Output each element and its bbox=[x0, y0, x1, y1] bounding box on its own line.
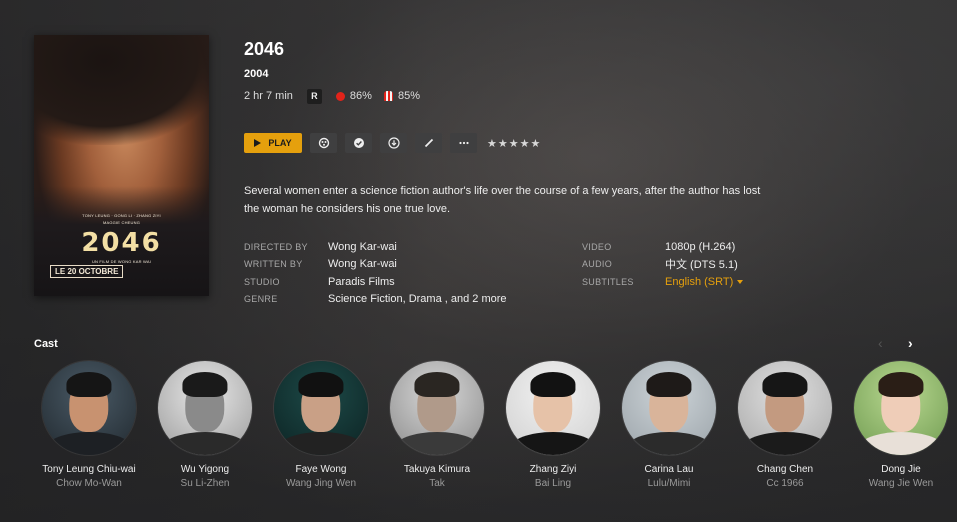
audio-value[interactable]: 中文 (DTS 5.1) bbox=[665, 256, 738, 272]
director-link[interactable]: Wong Kar-wai bbox=[328, 241, 397, 253]
poster-release: LE 20 OCTOBRE bbox=[50, 265, 124, 278]
directed-label: DIRECTED BY bbox=[244, 241, 308, 252]
cast-name: Faye Wong bbox=[295, 464, 347, 475]
cast-member[interactable]: Carina Lau Lulu/Mimi bbox=[611, 361, 727, 489]
avatar bbox=[390, 361, 484, 455]
user-rating-stars[interactable]: ★★★★★ bbox=[487, 137, 541, 150]
play-icon bbox=[254, 139, 262, 147]
audience-score: 85% bbox=[397, 90, 420, 102]
cast-role: Wang Jing Wen bbox=[285, 478, 357, 489]
trailer-button[interactable] bbox=[310, 133, 337, 153]
play-label: PLAY bbox=[268, 138, 292, 148]
avatar bbox=[738, 361, 832, 455]
download-button[interactable] bbox=[380, 133, 407, 153]
cast-member[interactable]: Faye Wong Wang Jing Wen bbox=[263, 361, 379, 489]
trailer-icon bbox=[318, 137, 329, 149]
movie-summary: Several women enter a science fiction au… bbox=[244, 185, 761, 215]
play-button[interactable]: PLAY bbox=[244, 133, 302, 153]
avatar bbox=[274, 361, 368, 455]
cast-prev-button[interactable]: ‹ bbox=[878, 336, 890, 350]
genre-value[interactable]: Science Fiction, Drama , and 2 more bbox=[328, 293, 507, 305]
avatar bbox=[622, 361, 716, 455]
cast-list: Tony Leung Chiu-wai Chow Mo-Wan Wu Yigon… bbox=[31, 361, 957, 489]
poster-title: 2046 bbox=[81, 228, 162, 258]
cast-member[interactable]: Dong Jie Wang Jie Wen bbox=[843, 361, 957, 489]
writer-link[interactable]: Wong Kar-wai bbox=[328, 258, 397, 270]
studio-label: STUDIO bbox=[244, 276, 280, 287]
more-button[interactable] bbox=[450, 133, 477, 153]
cast-member[interactable]: Zhang Ziyi Bai Ling bbox=[495, 361, 611, 489]
movie-year: 2004 bbox=[244, 68, 269, 80]
movie-poster[interactable]: TONY LEUNG · GONG LI · ZHANG ZIYI MAGGIE… bbox=[34, 35, 209, 296]
cast-name: Zhang Ziyi bbox=[529, 464, 577, 475]
movie-meta: 2 hr 7 min R 86% 85% bbox=[244, 88, 420, 104]
cast-name: Tony Leung Chiu-wai bbox=[42, 464, 136, 475]
cast-role: Bai Ling bbox=[534, 478, 572, 489]
avatar bbox=[506, 361, 600, 455]
cast-name: Dong Jie bbox=[881, 464, 921, 475]
cast-member[interactable]: Takuya Kimura Tak bbox=[379, 361, 495, 489]
more-icon bbox=[458, 141, 469, 145]
credits-details: DIRECTED BY Wong Kar-wai WRITTEN BY Wong… bbox=[244, 238, 507, 308]
cast-role: Tak bbox=[429, 478, 445, 489]
cast-name: Wu Yigong bbox=[180, 464, 230, 475]
action-bar: PLAY ★★★★★ bbox=[244, 133, 541, 153]
audio-label: AUDIO bbox=[582, 259, 613, 270]
cast-role: Lulu/Mimi bbox=[647, 478, 691, 489]
poster-cast-line: TONY LEUNG · GONG LI · ZHANG ZIYI bbox=[82, 213, 161, 218]
subtitles-dropdown[interactable]: English (SRT) bbox=[665, 275, 744, 288]
media-details: VIDEO 1080p (H.264) AUDIO 中文 (DTS 5.1) S… bbox=[582, 238, 744, 291]
movie-title: 2046 bbox=[244, 39, 285, 59]
caret-down-icon bbox=[737, 279, 744, 284]
runtime: 2 hr 7 min bbox=[244, 90, 293, 102]
cast-member[interactable]: Tony Leung Chiu-wai Chow Mo-Wan bbox=[31, 361, 147, 489]
poster-director-line: UN FILM DE WONG KAR WAI bbox=[91, 259, 152, 264]
cast-role: Wang Jie Wen bbox=[868, 478, 934, 489]
cast-role: Cc 1966 bbox=[766, 478, 804, 489]
cast-member[interactable]: Chang Chen Cc 1966 bbox=[727, 361, 843, 489]
download-icon bbox=[387, 137, 400, 149]
avatar bbox=[42, 361, 136, 455]
video-value: 1080p (H.264) bbox=[665, 240, 736, 253]
subtitles-value: English (SRT) bbox=[665, 275, 734, 288]
edit-button[interactable] bbox=[415, 133, 442, 153]
check-icon bbox=[353, 138, 364, 148]
cast-name: Takuya Kimura bbox=[403, 464, 471, 475]
cast-role: Su Li-Zhen bbox=[180, 478, 230, 489]
studio-link[interactable]: Paradis Films bbox=[328, 276, 395, 288]
avatar bbox=[158, 361, 252, 455]
cast-role: Chow Mo-Wan bbox=[56, 478, 122, 489]
subtitles-label: SUBTITLES bbox=[582, 276, 634, 287]
poster-art bbox=[34, 35, 209, 145]
avatar bbox=[854, 361, 948, 455]
edit-icon bbox=[424, 138, 433, 148]
written-label: WRITTEN BY bbox=[244, 259, 303, 270]
cast-member[interactable]: Wu Yigong Su Li-Zhen bbox=[147, 361, 263, 489]
cast-name: Chang Chen bbox=[756, 464, 814, 475]
mark-watched-button[interactable] bbox=[345, 133, 372, 153]
tomato-icon bbox=[335, 91, 345, 101]
critic-score: 86% bbox=[349, 90, 372, 102]
cast-next-button[interactable]: › bbox=[908, 336, 920, 350]
video-label: VIDEO bbox=[582, 241, 612, 252]
cast-heading: Cast bbox=[34, 338, 58, 350]
popcorn-icon bbox=[383, 91, 393, 101]
genre-label: GENRE bbox=[244, 294, 278, 305]
cast-name: Carina Lau bbox=[644, 464, 694, 475]
poster-sub-line: MAGGIE CHEUNG bbox=[102, 220, 141, 225]
content-rating-badge: R bbox=[306, 88, 322, 104]
